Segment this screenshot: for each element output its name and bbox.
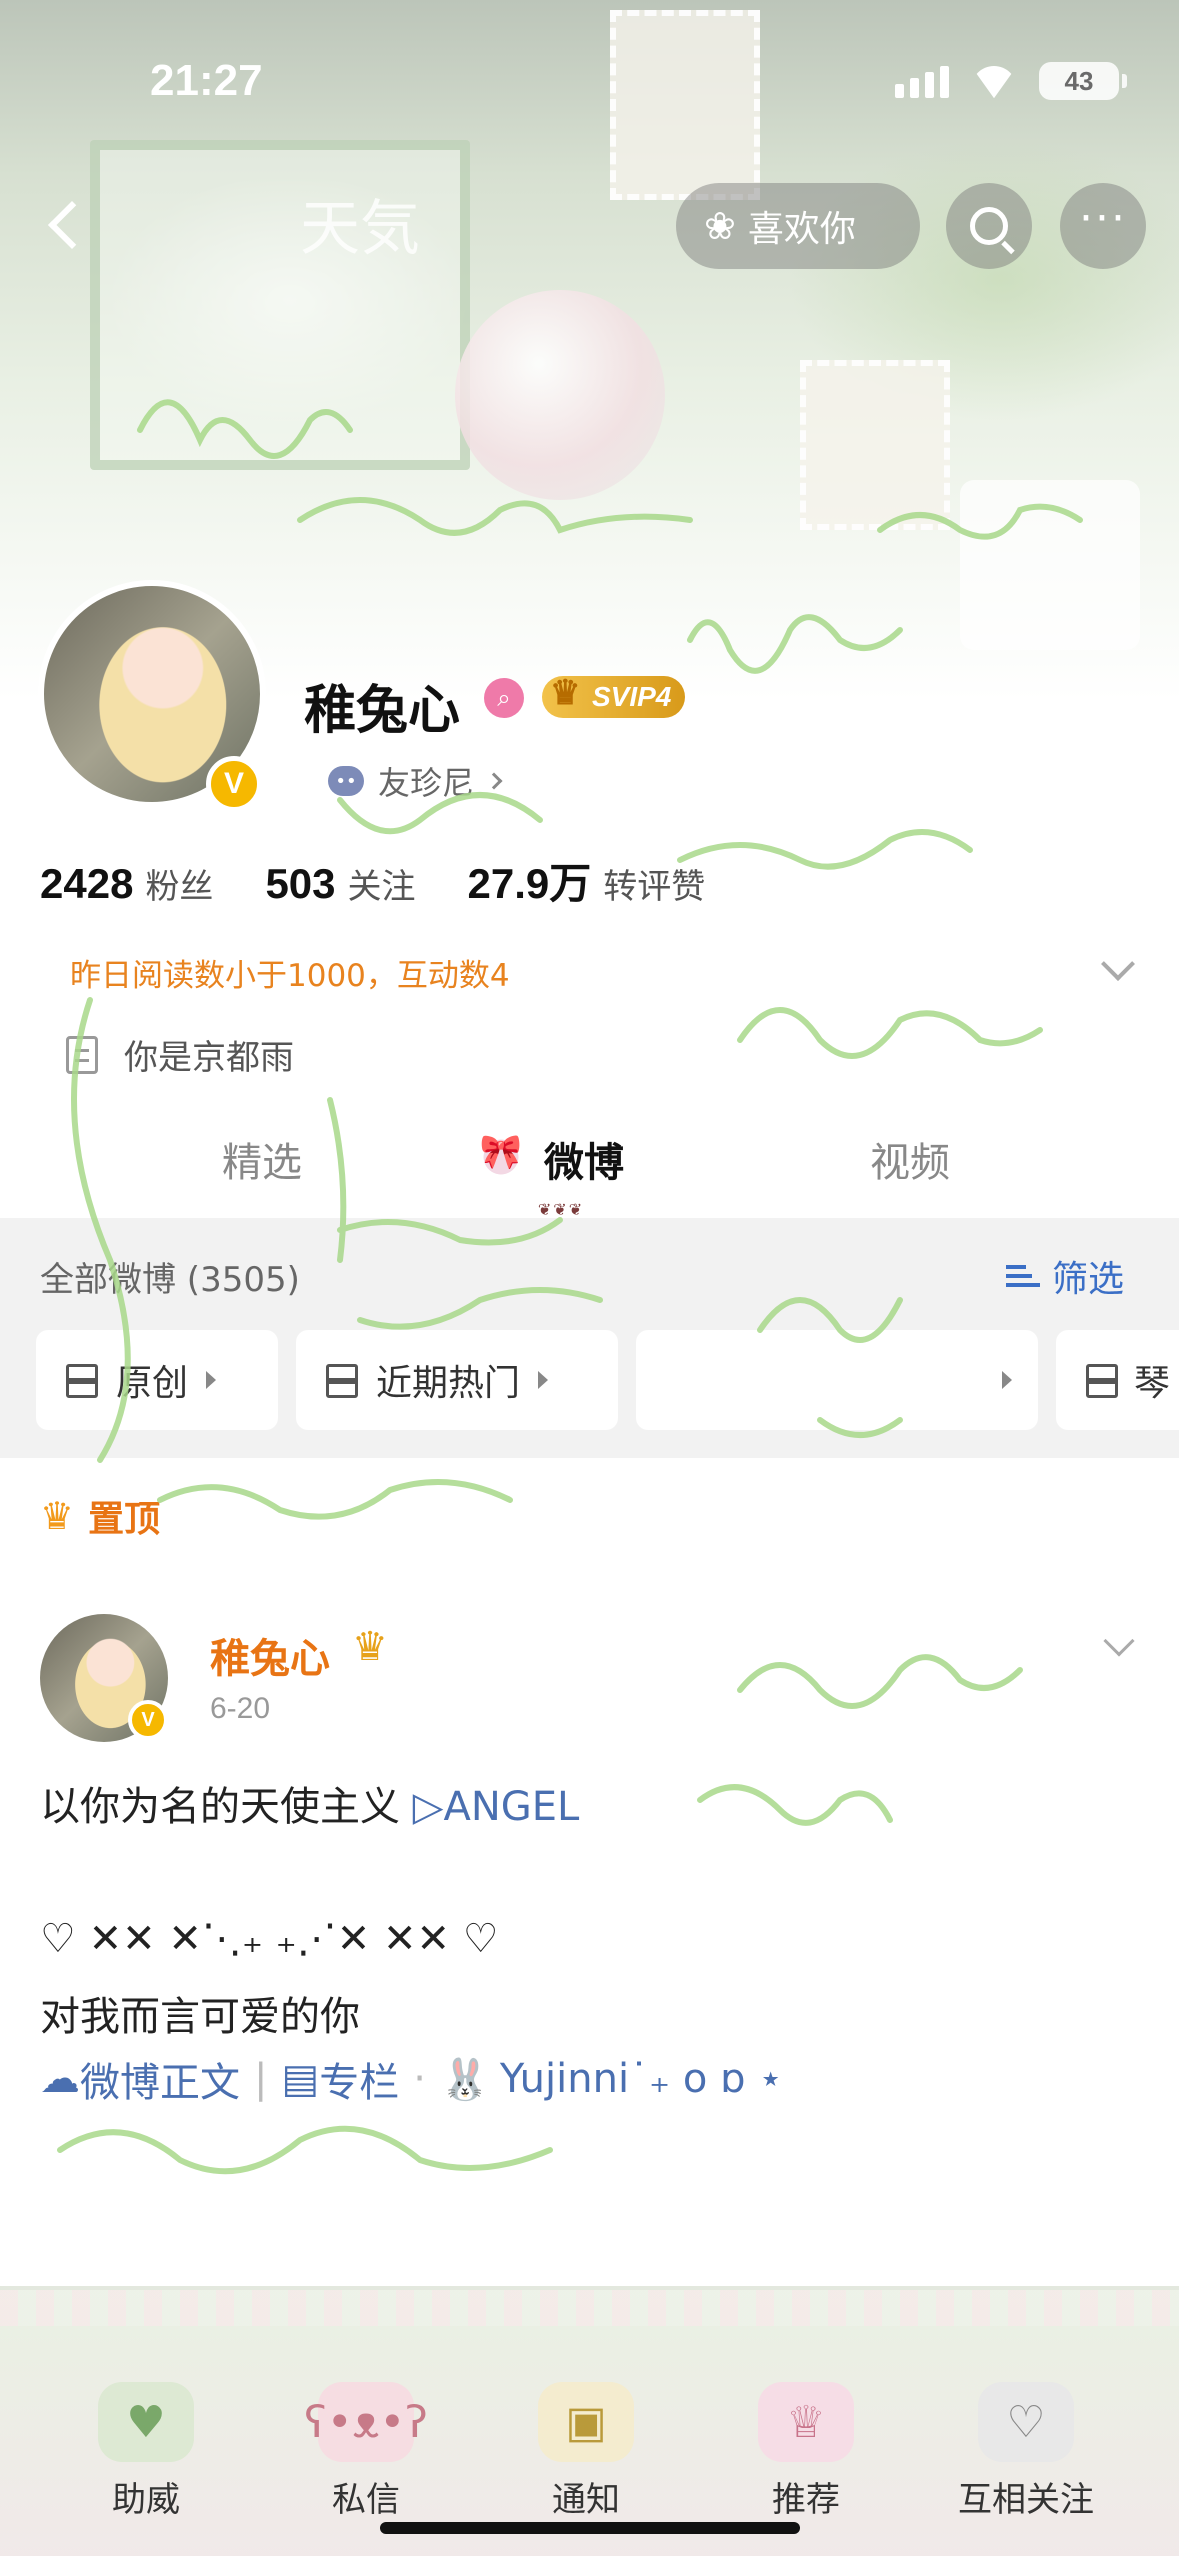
- bottom-mutual-follow[interactable]: ♡ 互相关注: [926, 2382, 1126, 2521]
- verified-badge-icon: V: [128, 1700, 168, 1740]
- post-line-2: ♡ ✕✕ ✕⋱₊ ₊⋰✕ ✕✕ ♡: [40, 1916, 499, 1962]
- home-indicator[interactable]: [380, 2522, 800, 2534]
- caret-right-icon: [538, 1371, 549, 1389]
- like-button[interactable]: ❀ 喜欢你: [676, 183, 920, 269]
- cube-icon: ▣: [538, 2382, 634, 2462]
- status-icons: 43: [895, 62, 1127, 100]
- wifi-icon: [971, 64, 1017, 98]
- separator: ·: [413, 2056, 426, 2102]
- chip-custom[interactable]: [636, 1330, 1038, 1430]
- back-button[interactable]: [30, 190, 100, 260]
- svip-badge[interactable]: ♛ SVIP4: [542, 674, 686, 718]
- bear-icon: ʕ•ᴥ•ʔ: [304, 2382, 428, 2462]
- friend-link[interactable]: •• 友珍尼: [328, 758, 503, 804]
- bow-icon: 🎀: [472, 1132, 530, 1182]
- profile-stats: 2428 粉丝 503 关注 27.9万 转评赞: [40, 850, 757, 911]
- rabbit-hand-icon: ❀: [704, 204, 736, 248]
- friend-label: 友珍尼: [378, 764, 475, 802]
- all-posts-count: 全部微博 (3505): [40, 1260, 300, 1300]
- more-button[interactable]: ···: [1060, 183, 1146, 269]
- battery-icon: 43: [1039, 62, 1127, 100]
- caret-right-icon: [206, 1371, 217, 1389]
- chip-original[interactable]: 原创: [36, 1330, 278, 1430]
- chat-bubble-icon: ••: [328, 766, 364, 796]
- read-stat[interactable]: 昨日阅读数小于1000，互动数4: [70, 950, 510, 995]
- banner-stamp: [800, 360, 950, 530]
- bio-text: 你是京都雨: [124, 1038, 294, 1078]
- chevron-right-icon: [485, 772, 503, 790]
- more-icon: ···: [1079, 193, 1127, 244]
- filter-button[interactable]: 筛选: [1006, 1250, 1124, 1302]
- post-line-3: 对我而言可爱的你: [40, 1994, 360, 2040]
- cloud-icon: ☁: [40, 2056, 80, 2102]
- post-links: ☁ 微博正文 | ▤ 专栏 · 🐰 Yujinni˙₊ o ɒ ⋆: [40, 2050, 783, 2108]
- tab-weibo[interactable]: 微博: [544, 1130, 624, 1188]
- following-stat[interactable]: 503 关注: [265, 859, 415, 908]
- crown-icon: ♛: [352, 1624, 388, 1670]
- bottom-message[interactable]: ʕ•ᴥ•ʔ 私信: [266, 2382, 466, 2521]
- chevron-down-icon[interactable]: [1103, 1625, 1135, 1657]
- filter-icon: [1006, 1261, 1042, 1291]
- user-link[interactable]: Yujinni˙₊ o ɒ ⋆: [500, 2056, 783, 2102]
- followers-stat[interactable]: 2428 粉丝: [40, 859, 213, 908]
- pinned-label: ♛ 置顶: [40, 1494, 161, 1540]
- search-button[interactable]: [946, 183, 1032, 269]
- interactions-stat[interactable]: 27.9万 转评赞: [468, 850, 706, 911]
- profile-tabs: 精选 🎀 微博 ❦❦❦ 视频: [0, 1120, 1179, 1219]
- verified-badge-icon: V: [206, 756, 262, 812]
- search-badge-icon[interactable]: ⌕: [484, 678, 524, 718]
- post-author[interactable]: 稚兔心: [210, 1626, 330, 1684]
- layers-icon: [1082, 1362, 1116, 1398]
- column-icon: ▤: [281, 2056, 320, 2102]
- crown-icon: ♛: [550, 674, 581, 712]
- profile-bio: 你是京都雨: [66, 1030, 294, 1079]
- layers-icon: [322, 1362, 358, 1398]
- bottom-notify[interactable]: ▣ 通知: [486, 2382, 686, 2521]
- angel-link[interactable]: ▷ANGEL: [413, 1784, 580, 1830]
- glasses-heart-icon: ♡: [978, 2382, 1074, 2462]
- svip-label: SVIP4: [592, 681, 672, 712]
- post-line-1: 以你为名的天使主义 ▷ANGEL: [40, 1784, 580, 1830]
- status-time: 21:27: [150, 56, 263, 105]
- column-link[interactable]: 专栏: [319, 2050, 399, 2108]
- banner-stamp: [610, 10, 760, 200]
- chip-more[interactable]: 琴: [1056, 1330, 1179, 1430]
- caret-right-icon: [1002, 1371, 1012, 1389]
- banner-sticker: [960, 480, 1140, 650]
- layers-icon: [62, 1362, 98, 1398]
- like-label: 喜欢你: [747, 209, 856, 250]
- tab-active-indicator: ❦❦❦: [537, 1200, 585, 1219]
- bottom-recommend[interactable]: ♕ 推荐: [706, 2382, 906, 2521]
- document-icon: [66, 1035, 98, 1074]
- search-icon: [970, 207, 1008, 245]
- separator: |: [254, 2056, 268, 2102]
- signal-icon: [895, 64, 949, 98]
- profile-name: 稚兔心: [304, 681, 461, 741]
- heart-icon: ♥: [98, 2382, 194, 2462]
- filter-chips: 原创 近期热门 琴: [36, 1330, 1179, 1430]
- post-date: 6-20: [210, 1692, 271, 1725]
- chip-recent-hot[interactable]: 近期热门: [296, 1330, 618, 1430]
- cake-icon: ♕: [758, 2382, 854, 2462]
- chevron-down-icon[interactable]: [1101, 947, 1135, 981]
- tab-video[interactable]: 视频: [870, 1130, 950, 1188]
- tab-featured[interactable]: 精选: [222, 1130, 302, 1188]
- crown-icon: ♛: [40, 1494, 75, 1538]
- banner-title-text: 天気: [300, 194, 420, 264]
- rabbit-icon: 🐰: [440, 2056, 490, 2103]
- bottom-cheer[interactable]: ♥ 助威: [46, 2382, 246, 2521]
- filter-label: 筛选: [1052, 1259, 1125, 1300]
- weibo-text-link[interactable]: 微博正文: [80, 2050, 240, 2108]
- banner-snow-globe: [455, 290, 665, 500]
- lace-decoration: [0, 2290, 1179, 2326]
